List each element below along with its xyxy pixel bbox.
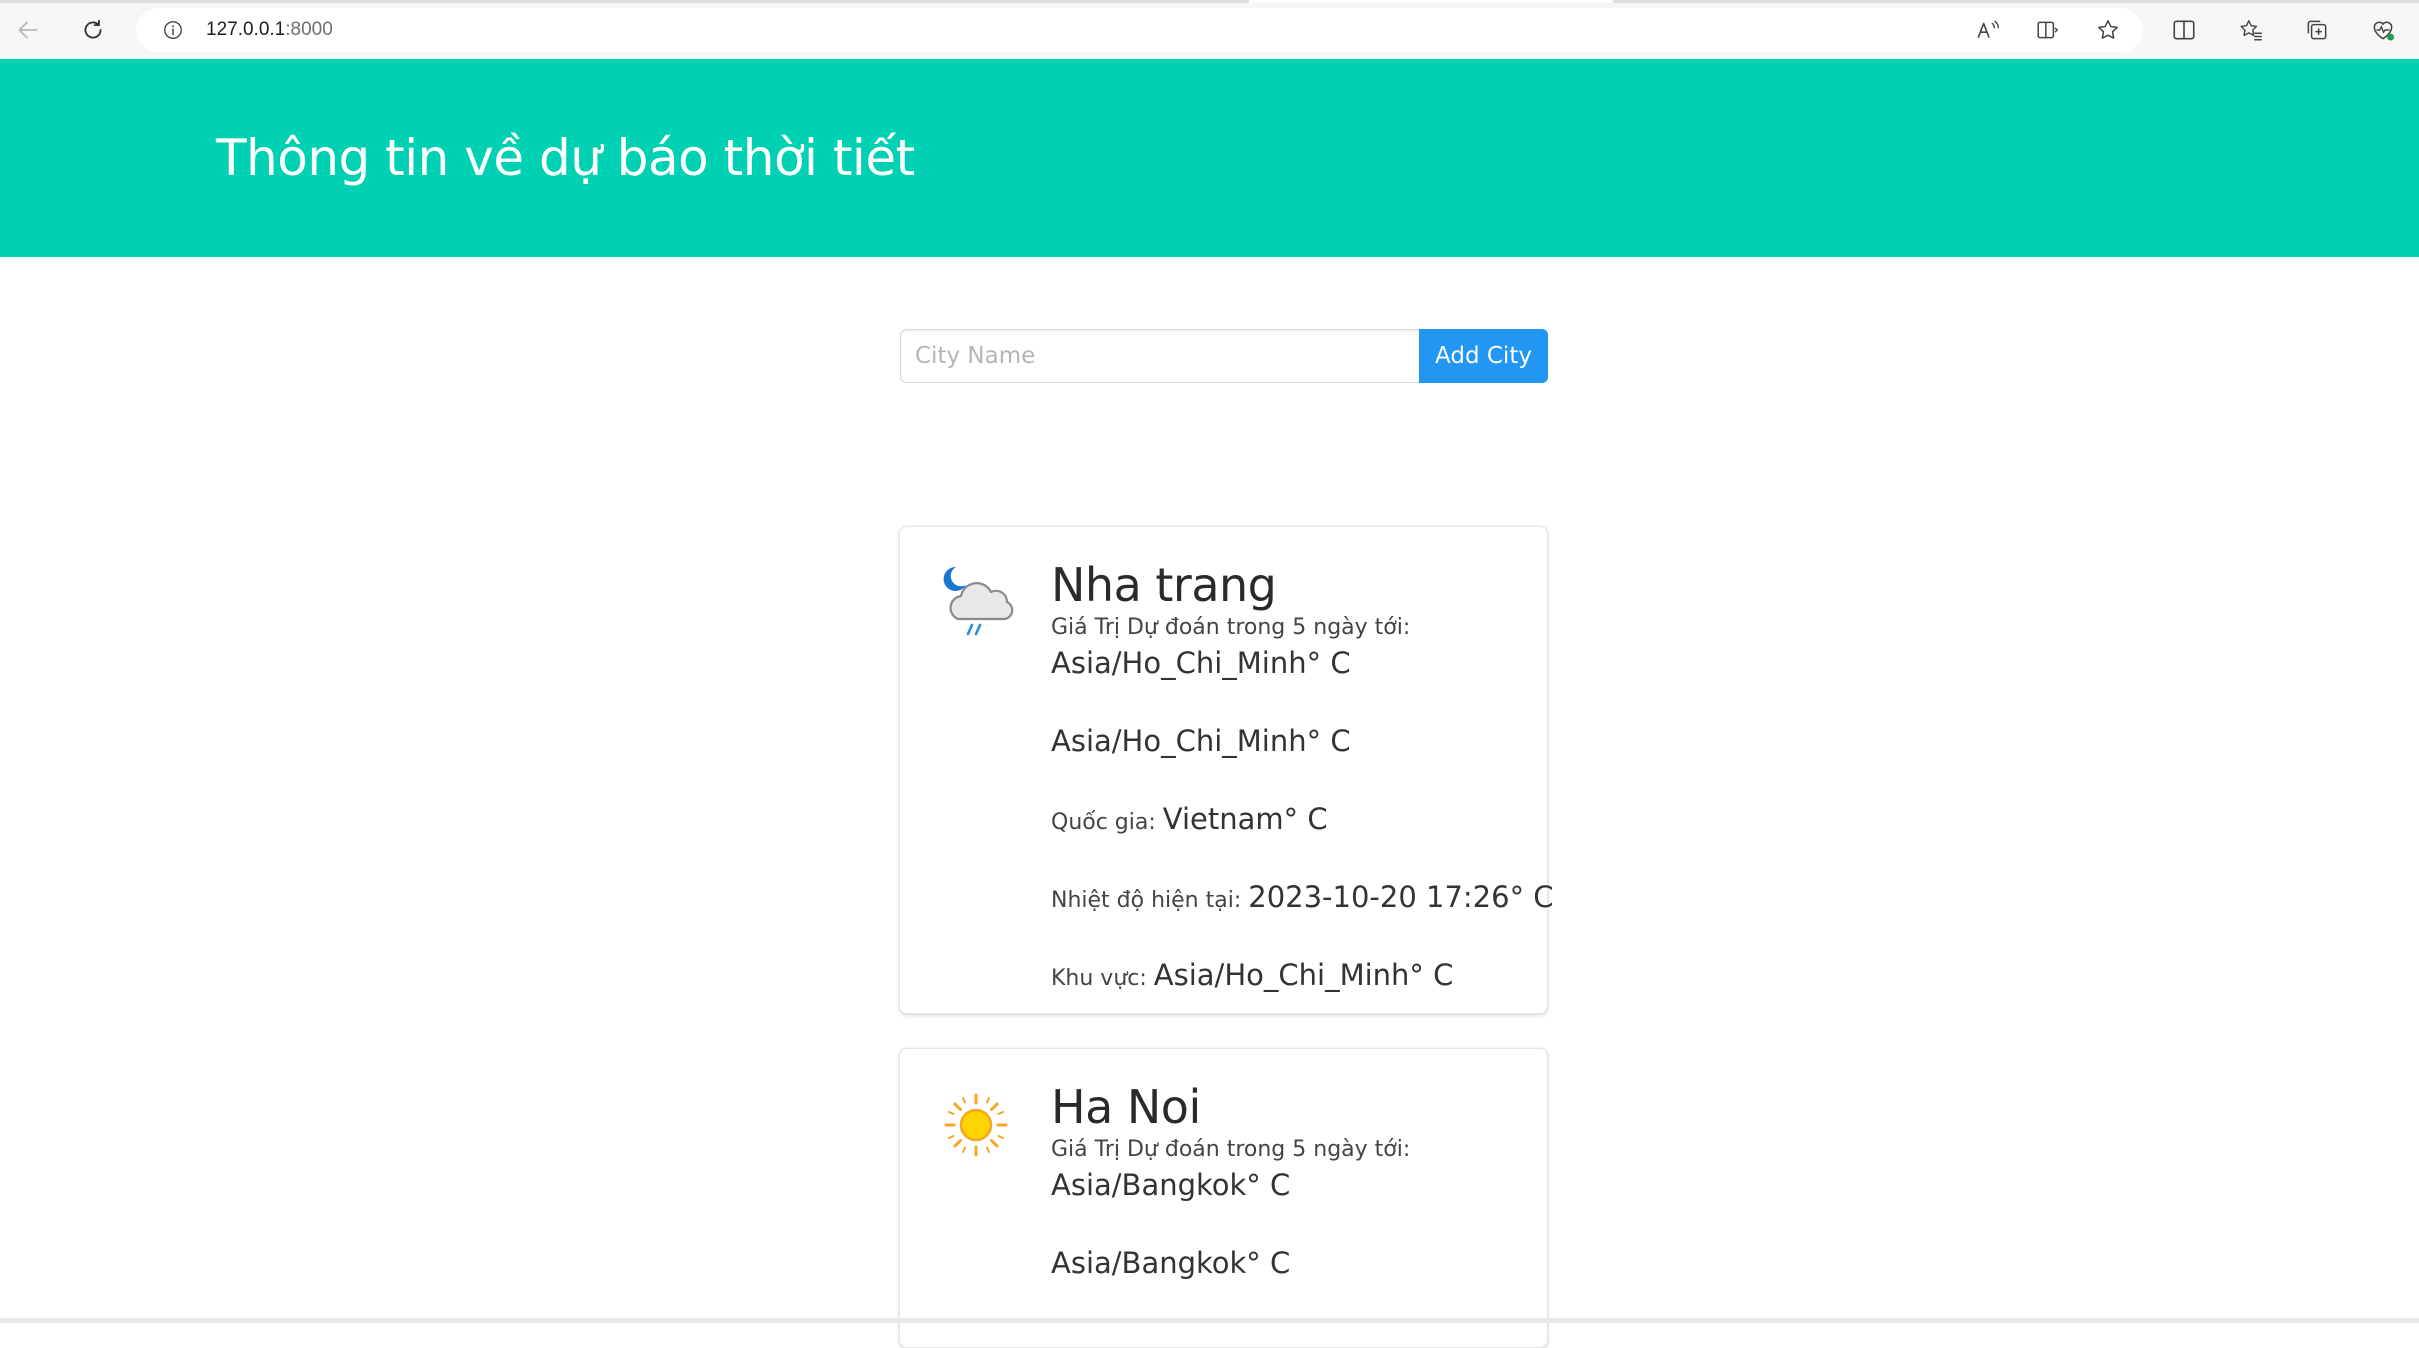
weather-card: Ha Noi Giá Trị Dự đoán trong 5 ngày tới:… xyxy=(899,1048,1548,1348)
row-value: Asia/Ho_Chi_Minh° C xyxy=(1051,646,1351,680)
forecast-row: Asia/Ho_Chi_Minh° C xyxy=(1051,721,1527,765)
collections-icon[interactable] xyxy=(2300,13,2334,47)
browser-essentials-icon[interactable] xyxy=(2366,13,2400,47)
url-text[interactable]: 127.0.0.1:8000 xyxy=(206,19,333,41)
favorites-icon[interactable] xyxy=(2234,13,2268,47)
tab-strip xyxy=(0,0,1249,3)
active-tab-indicator xyxy=(1249,0,1613,3)
row-label: Khu vực: xyxy=(1051,966,1154,991)
row-value: Asia/Bangkok° C xyxy=(1051,1168,1291,1202)
row-value: Asia/Ho_Chi_Minh° C xyxy=(1153,958,1454,992)
page-bottom-edge xyxy=(0,1318,2419,1323)
country-row: Quốc gia: Vietnam° C xyxy=(1051,799,1527,843)
row-label: Nhiệt độ hiện tại: xyxy=(1051,888,1249,913)
forecast-row: Asia/Bangkok° C xyxy=(1051,1165,1527,1209)
immersive-reader-icon[interactable] xyxy=(2031,13,2065,47)
city-name: Ha Noi xyxy=(1051,1080,1201,1134)
sun-icon xyxy=(934,1083,1018,1167)
read-aloud-icon[interactable] xyxy=(1971,13,2005,47)
forecast-label: Giá Trị Dự đoán trong 5 ngày tới: xyxy=(1051,615,1411,640)
row-value: Vietnam° C xyxy=(1162,802,1328,836)
forecast-label: Giá Trị Dự đoán trong 5 ngày tới: xyxy=(1051,1137,1411,1162)
page-title: Thông tin về dự báo thời tiết xyxy=(216,129,915,187)
forecast-row: Asia/Bangkok° C xyxy=(1051,1243,1527,1287)
info-icon[interactable] xyxy=(160,17,186,43)
tab-strip xyxy=(1613,0,2419,3)
url-host: 127.0.0.1 xyxy=(206,19,286,40)
night-cloud-rain-icon xyxy=(934,561,1018,645)
url-port: :8000 xyxy=(285,19,333,40)
row-label: Quốc gia: xyxy=(1051,810,1163,835)
browser-toolbar: 127.0.0.1:8000 xyxy=(0,0,2419,60)
weather-card-content: Nha trang Giá Trị Dự đoán trong 5 ngày t… xyxy=(1051,557,1554,1033)
add-city-button[interactable]: Add City xyxy=(1419,329,1548,383)
weather-card-content: Ha Noi Giá Trị Dự đoán trong 5 ngày tới:… xyxy=(1051,1079,1527,1321)
region-row: Khu vực: Asia/Ho_Chi_Minh° C xyxy=(1051,955,1527,999)
row-value: Asia/Bangkok° C xyxy=(1051,1246,1291,1280)
hero-banner: Thông tin về dự báo thời tiết xyxy=(0,59,2419,257)
city-name: Nha trang xyxy=(1051,558,1277,612)
favorite-star-icon[interactable] xyxy=(2091,13,2125,47)
weather-card: Nha trang Giá Trị Dự đoán trong 5 ngày t… xyxy=(899,526,1554,1014)
split-screen-icon[interactable] xyxy=(2167,13,2201,47)
row-value: 2023-10-20 17:26° C xyxy=(1248,880,1554,914)
current-temp-row: Nhiệt độ hiện tại: 2023-10-20 17:26° C xyxy=(1051,877,1554,921)
address-bar[interactable]: 127.0.0.1:8000 xyxy=(136,8,2143,52)
refresh-icon[interactable] xyxy=(75,12,111,48)
row-value: Asia/Ho_Chi_Minh° C xyxy=(1051,724,1351,758)
back-arrow-icon[interactable] xyxy=(10,12,46,48)
city-name-input[interactable] xyxy=(900,329,1420,383)
forecast-row: Asia/Ho_Chi_Minh° C xyxy=(1051,643,1527,687)
